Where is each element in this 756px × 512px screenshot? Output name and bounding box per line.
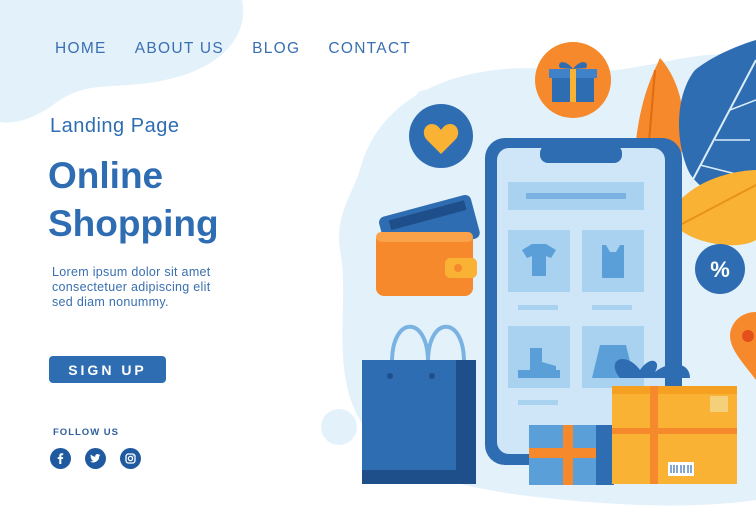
hero-title: Online Shopping [48,152,308,248]
hero-title-line: Online [48,155,164,196]
location-pin-icon [730,312,756,380]
discount-badge-label: % [710,257,730,282]
hero-description-line: consectetuer adipiscing elit [52,280,211,294]
hero-title-line: Shopping [48,203,219,244]
nav-contact-link[interactable]: CONTACT [328,40,411,58]
leaf-decoration [679,170,756,246]
leaf-decoration [630,58,684,199]
facebook-icon[interactable] [50,448,71,469]
corner-blob-decoration [0,0,244,123]
nav-home-link[interactable]: HOME [55,40,107,58]
discount-badge: % [695,244,745,294]
hero-subtitle: Landing Page [50,115,180,137]
favorite-heart-icon [409,104,473,168]
tank-top-icon [602,245,624,278]
social-links [50,448,141,469]
sign-up-button[interactable]: SIGN UP [49,356,166,383]
boot-icon [518,348,560,378]
follow-us-heading: FOLLOW US [53,427,119,438]
nav-blog-link[interactable]: BLOG [252,40,300,58]
hero-description: Lorem ipsum dolor sit amet consectetuer … [52,265,252,310]
gift-box-illustration [529,425,614,485]
parcel-box-illustration [612,358,737,484]
tshirt-icon [522,244,556,276]
smartphone-illustration [485,138,682,465]
nav-about-link[interactable]: ABOUT US [135,40,224,58]
instagram-icon[interactable] [120,448,141,469]
gift-bubble-icon [535,42,611,118]
twitter-icon[interactable] [85,448,106,469]
bubble-decoration [321,409,357,445]
hero-description-line: sed diam nonummy. [52,295,169,309]
shopping-bag-illustration [362,324,476,484]
skirt-icon [592,345,634,378]
hero-description-line: Lorem ipsum dolor sit amet [52,265,211,279]
background-blob [339,54,756,506]
wallet-illustration [376,194,480,296]
main-nav: HOME ABOUT US BLOG CONTACT [55,40,439,58]
leaf-decoration [678,40,756,200]
